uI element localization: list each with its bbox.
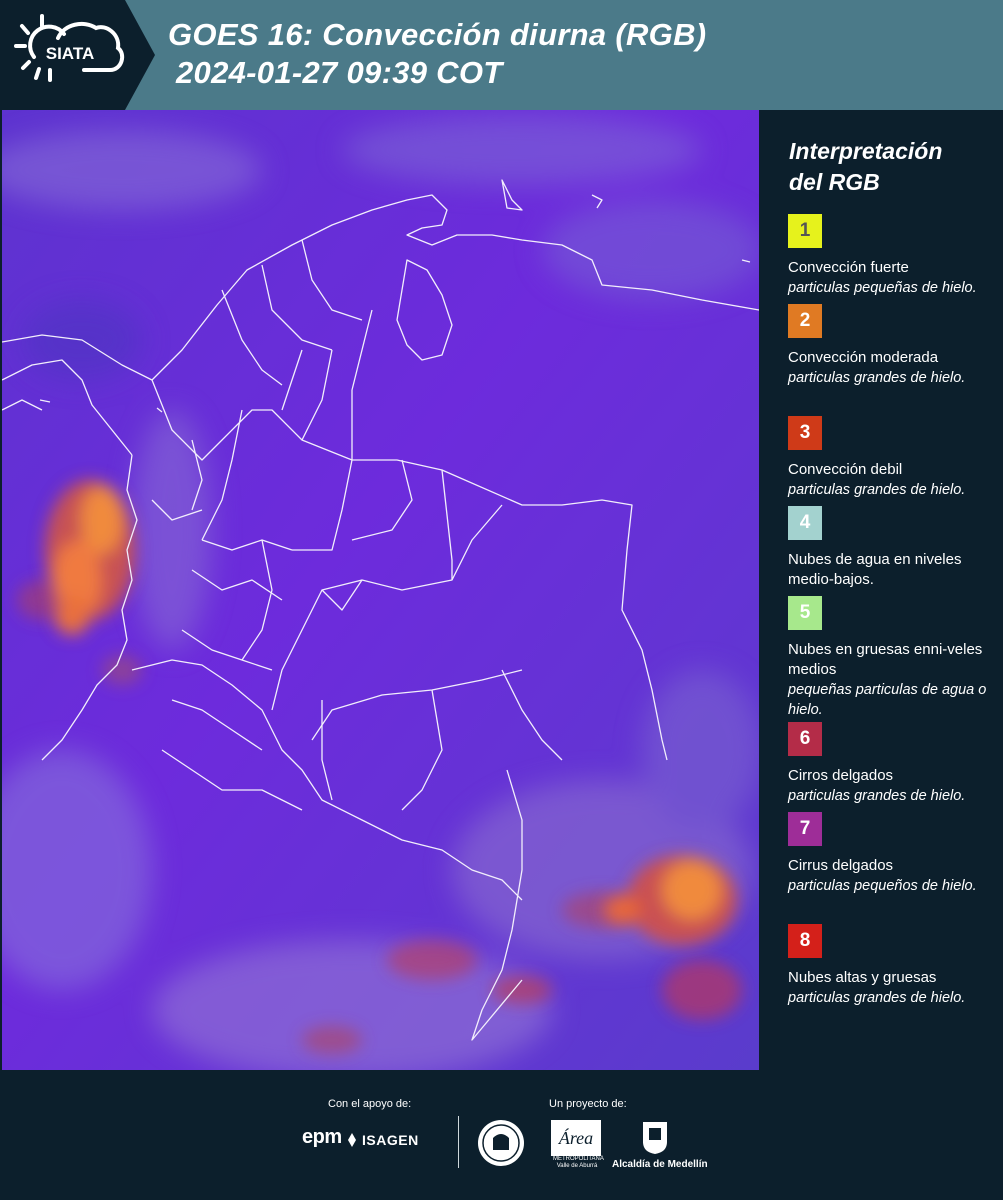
legend-swatch: 7 xyxy=(788,812,822,846)
legend-item-name: Convección moderada xyxy=(788,349,939,366)
footer-divider xyxy=(458,1116,459,1168)
legend-item-desc: particulas grandes de hielo. xyxy=(788,990,966,1006)
legend-title-line1: Interpretación xyxy=(789,138,943,164)
legend-panel: Interpretación del RGB 1 Convección fuert… xyxy=(760,110,1003,1070)
title-datetime: 2024-01-27 09:39 COT xyxy=(176,55,503,90)
legend-item: 4 Nubes de agua en niveles medio-bajos. xyxy=(788,506,1000,596)
page-title: GOES 16: Convección diurna (RGB) 2024-01… xyxy=(168,16,706,92)
legend-item: 6 Cirros delgados particulas grandes de hi… xyxy=(788,722,1000,812)
university-seal-icon[interactable] xyxy=(476,1118,526,1168)
legend-item-name: Nubes de agua en niveles medio-bajos. xyxy=(788,551,962,588)
area-metropolitana-label: METROPOLITANA Valle de Aburrá xyxy=(553,1156,604,1169)
svg-text:Área: Área xyxy=(558,1127,593,1148)
legend-item-name: Nubes altas y gruesas xyxy=(788,969,937,986)
legend-item-desc: particulas grandes de hielo. xyxy=(788,788,966,804)
title-product: GOES 16: Convección diurna (RGB) xyxy=(168,17,707,52)
legend-item-name: Nubes en gruesas enni-veles medios xyxy=(788,641,983,678)
legend-swatch: 5 xyxy=(788,596,822,630)
legend-item: 5 Nubes en gruesas enni-veles medios peque… xyxy=(788,596,1000,722)
legend-item-desc: pequeñas particulas de agua o hielo. xyxy=(788,682,987,718)
legend-item-name: Cirrus delgados xyxy=(788,857,894,874)
legend-item-name: Convección debil xyxy=(788,461,903,478)
medellin-shield-icon[interactable] xyxy=(641,1120,669,1156)
legend-item-desc: particulas grandes de hielo. xyxy=(788,482,966,498)
rgb-convection-image xyxy=(2,110,759,1070)
svg-text:SIATA: SIATA xyxy=(46,44,94,63)
legend-list: 1 Convección fuerte particulas pequeñas de… xyxy=(788,214,1000,1034)
legend-item-desc: particulas pequeñas de hielo. xyxy=(788,280,977,296)
isagen-mark-icon xyxy=(348,1133,356,1147)
legend-swatch: 4 xyxy=(788,506,822,540)
legend-item: 8 Nubes altas y gruesas particulas grandes… xyxy=(788,924,1000,1034)
alcaldia-label: Alcaldía de Medellín xyxy=(612,1159,708,1170)
legend-swatch: 2 xyxy=(788,304,822,338)
legend-title-line2: del RGB xyxy=(789,169,880,195)
legend-title: Interpretación del RGB xyxy=(789,136,942,198)
legend-item: 2 Convección moderada particulas grandes d… xyxy=(788,304,1000,416)
area-metropolitana-logo-icon[interactable]: Área xyxy=(551,1120,601,1156)
legend-item-desc: particulas grandes de hielo. xyxy=(788,370,966,386)
support-label: Con el apoyo de: xyxy=(328,1098,412,1110)
legend-item-name: Cirros delgados xyxy=(788,767,894,784)
footer-bar: Con el apoyo de: Un proyecto de: epm ISA… xyxy=(0,1070,1003,1200)
sun-cloud-icon: SIATA xyxy=(14,14,125,82)
siata-logo[interactable]: SIATA xyxy=(0,0,155,110)
legend-swatch: 6 xyxy=(788,722,822,756)
project-label: Un proyecto de: xyxy=(549,1098,627,1110)
legend-swatch: 1 xyxy=(788,214,822,248)
legend-item-name: Convección fuerte xyxy=(788,259,909,276)
legend-item-desc: particulas pequeños de hielo. xyxy=(788,878,977,894)
legend-swatch: 3 xyxy=(788,416,822,450)
legend-swatch: 8 xyxy=(788,924,822,958)
epm-logo[interactable]: epm xyxy=(302,1126,342,1149)
legend-item: 1 Convección fuerte particulas pequeñas de… xyxy=(788,214,1000,304)
legend-item: 7 Cirrus delgados particulas pequeños de h… xyxy=(788,812,1000,924)
legend-item: 3 Convección debil particulas grandes de h… xyxy=(788,416,1000,506)
isagen-logo[interactable]: ISAGEN xyxy=(362,1132,419,1148)
header-bar: SIATA GOES 16: Convección diurna (RGB) 2… xyxy=(0,0,1003,110)
satellite-map[interactable] xyxy=(2,110,759,1070)
